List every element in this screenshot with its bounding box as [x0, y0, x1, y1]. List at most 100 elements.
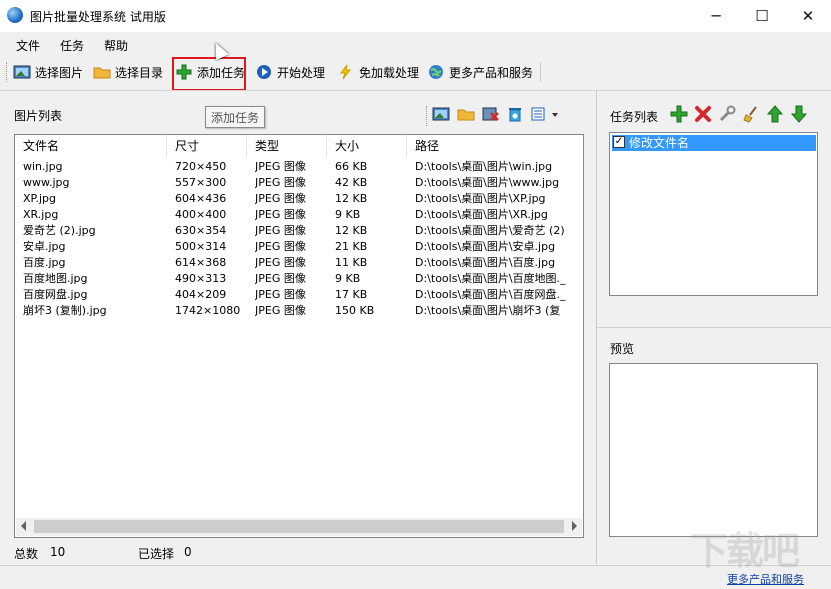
- more-products-button[interactable]: 更多产品和服务: [424, 60, 536, 84]
- add-task-icon[interactable]: [670, 105, 688, 123]
- table-row[interactable]: 安卓.jpg500×314JPEG 图像21 KBD:\tools\桌面\图片\…: [15, 239, 583, 255]
- dimensions-cell: 404×209: [175, 287, 253, 303]
- close-button[interactable]: ✕: [785, 0, 831, 32]
- task-item[interactable]: ✓ 修改文件名: [612, 135, 816, 151]
- table-row[interactable]: www.jpg557×300JPEG 图像42 KBD:\tools\桌面\图片…: [15, 175, 583, 191]
- clear-list-icon[interactable]: [506, 106, 524, 122]
- app-icon: [7, 7, 23, 23]
- scroll-right-icon[interactable]: [572, 521, 577, 531]
- filesize-cell: 9 KB: [335, 271, 413, 287]
- watermark: 下载吧: [690, 520, 798, 575]
- view-dropdown-icon[interactable]: [552, 113, 558, 117]
- broom-icon[interactable]: [742, 105, 760, 123]
- title-bar: 图片批量处理系统 试用版 ─ ☐ ✕: [0, 0, 831, 32]
- menu-file[interactable]: 文件: [16, 37, 40, 54]
- filesize-cell: 12 KB: [335, 191, 413, 207]
- window-title: 图片批量处理系统 试用版: [30, 8, 166, 25]
- table-row[interactable]: 百度.jpg614×368JPEG 图像11 KBD:\tools\桌面\图片\…: [15, 255, 583, 271]
- file-name-cell: XR.jpg: [23, 207, 173, 223]
- move-down-icon[interactable]: [790, 105, 808, 123]
- table-row[interactable]: 崩坏3 (复制).jpg1742×1080JPEG 图像150 KBD:\too…: [15, 303, 583, 319]
- scrollbar-thumb[interactable]: [34, 520, 564, 533]
- type-cell: JPEG 图像: [255, 191, 333, 207]
- more-products-link[interactable]: 更多产品和服务: [727, 571, 804, 587]
- dimensions-cell: 557×300: [175, 175, 253, 191]
- file-name-cell: 百度网盘.jpg: [23, 287, 173, 303]
- path-cell: D:\tools\桌面\图片\安卓.jpg: [415, 239, 581, 255]
- filesize-cell: 17 KB: [335, 287, 413, 303]
- filesize-cell: 21 KB: [335, 239, 413, 255]
- wrench-icon[interactable]: [718, 105, 736, 123]
- file-name-cell: 百度地图.jpg: [23, 271, 173, 287]
- type-cell: JPEG 图像: [255, 223, 333, 239]
- column-header-filesize[interactable]: 大小: [327, 135, 407, 157]
- no-load-button[interactable]: 免加载处理: [334, 60, 422, 84]
- path-cell: D:\tools\桌面\图片\百度.jpg: [415, 255, 581, 271]
- select-dir-label: 选择目录: [115, 64, 163, 81]
- remove-image-icon[interactable]: [482, 106, 500, 122]
- preview-label: 预览: [610, 340, 634, 357]
- toolbar-end-separator: [540, 62, 543, 82]
- dimensions-cell: 630×354: [175, 223, 253, 239]
- file-name-cell: 爱奇艺 (2).jpg: [23, 223, 173, 239]
- type-cell: JPEG 图像: [255, 287, 333, 303]
- horizontal-scrollbar[interactable]: [16, 518, 582, 536]
- add-folder-icon[interactable]: [457, 106, 475, 122]
- path-cell: D:\tools\桌面\图片\www.jpg: [415, 175, 581, 191]
- file-name-cell: www.jpg: [23, 175, 173, 191]
- dimensions-cell: 604×436: [175, 191, 253, 207]
- table-row[interactable]: XR.jpg400×400JPEG 图像9 KBD:\tools\桌面\图片\X…: [15, 207, 583, 223]
- globe-icon: [427, 64, 445, 80]
- lightning-icon: [337, 64, 355, 80]
- filesize-cell: 150 KB: [335, 303, 413, 319]
- file-name-cell: 安卓.jpg: [23, 239, 173, 255]
- minimize-button[interactable]: ─: [693, 0, 739, 32]
- dimensions-cell: 720×450: [175, 159, 253, 175]
- scroll-left-icon[interactable]: [21, 521, 26, 531]
- task-checkbox[interactable]: ✓: [613, 136, 625, 148]
- delete-task-icon[interactable]: [694, 105, 712, 123]
- play-icon: [255, 64, 273, 80]
- no-load-label: 免加载处理: [359, 64, 419, 81]
- maximize-button[interactable]: ☐: [739, 0, 785, 32]
- column-header-type[interactable]: 类型: [247, 135, 327, 157]
- table-row[interactable]: 百度网盘.jpg404×209JPEG 图像17 KBD:\tools\桌面\图…: [15, 287, 583, 303]
- filesize-cell: 12 KB: [335, 223, 413, 239]
- path-cell: D:\tools\桌面\图片\win.jpg: [415, 159, 581, 175]
- dimensions-cell: 490×313: [175, 271, 253, 287]
- right-panel-divider: [597, 327, 831, 328]
- type-cell: JPEG 图像: [255, 159, 333, 175]
- table-row[interactable]: XP.jpg604×436JPEG 图像12 KBD:\tools\桌面\图片\…: [15, 191, 583, 207]
- select-image-label: 选择图片: [35, 64, 83, 81]
- filesize-cell: 42 KB: [335, 175, 413, 191]
- filesize-cell: 9 KB: [335, 207, 413, 223]
- move-up-icon[interactable]: [766, 105, 784, 123]
- select-image-button[interactable]: 选择图片: [10, 60, 86, 84]
- menu-task[interactable]: 任务: [60, 37, 84, 54]
- file-name-cell: XP.jpg: [23, 191, 173, 207]
- image-list-view[interactable]: 文件名 尺寸 类型 大小 路径 win.jpg720×450JPEG 图像66 …: [14, 134, 584, 538]
- task-item-label: 修改文件名: [629, 135, 689, 151]
- path-cell: D:\tools\桌面\图片\爱奇艺 (2): [415, 223, 581, 239]
- image-list-label: 图片列表: [14, 107, 62, 124]
- task-list-box[interactable]: ✓ 修改文件名: [609, 132, 818, 296]
- select-dir-button[interactable]: 选择目录: [90, 60, 166, 84]
- type-cell: JPEG 图像: [255, 239, 333, 255]
- column-header-path[interactable]: 路径: [407, 135, 583, 157]
- image-icon: [13, 64, 31, 80]
- dimensions-cell: 1742×1080: [175, 303, 253, 319]
- start-button[interactable]: 开始处理: [252, 60, 328, 84]
- menu-help[interactable]: 帮助: [104, 37, 128, 54]
- view-mode-icon[interactable]: [529, 106, 547, 122]
- add-image-icon[interactable]: [432, 106, 450, 122]
- toolbar-grip[interactable]: [6, 62, 9, 82]
- table-row[interactable]: 百度地图.jpg490×313JPEG 图像9 KBD:\tools\桌面\图片…: [15, 271, 583, 287]
- column-header-name[interactable]: 文件名: [15, 135, 167, 157]
- table-row[interactable]: 爱奇艺 (2).jpg630×354JPEG 图像12 KBD:\tools\桌…: [15, 223, 583, 239]
- selected-count-label: 已选择: [138, 545, 174, 562]
- path-cell: D:\tools\桌面\图片\XP.jpg: [415, 191, 581, 207]
- preview-box: [609, 363, 818, 537]
- table-row[interactable]: win.jpg720×450JPEG 图像66 KBD:\tools\桌面\图片…: [15, 159, 583, 175]
- total-count-value: 10: [50, 545, 65, 559]
- column-header-size[interactable]: 尺寸: [167, 135, 247, 157]
